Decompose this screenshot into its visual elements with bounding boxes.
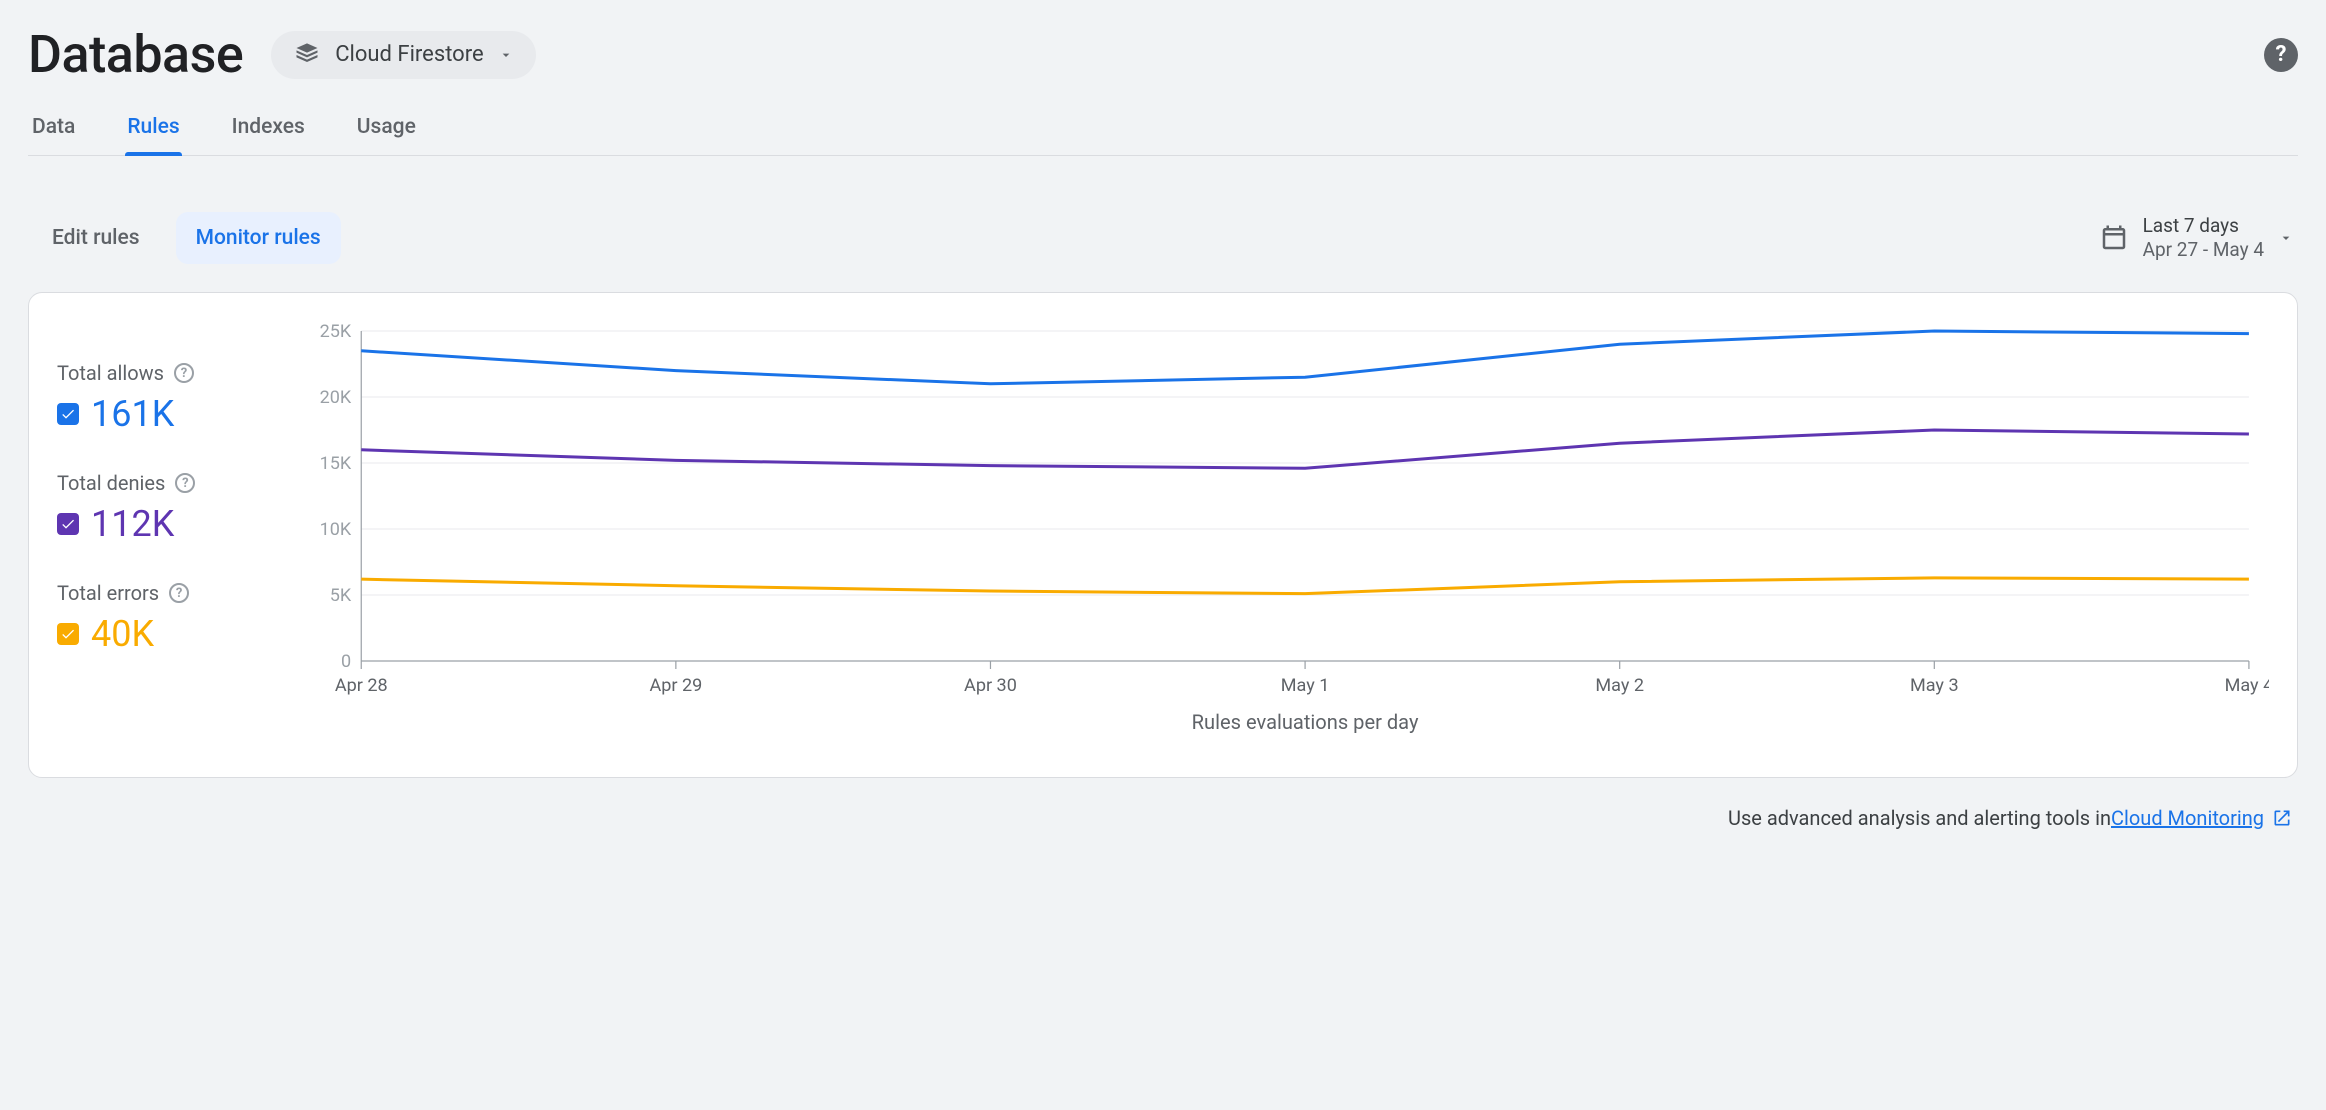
external-link-icon: [2272, 808, 2292, 828]
help-icon[interactable]: ?: [169, 583, 189, 603]
tab-indexes[interactable]: Indexes: [230, 105, 307, 155]
svg-text:0: 0: [341, 651, 351, 672]
page-header: Database Cloud Firestore ?: [28, 0, 2298, 105]
legend-denies-value: 112K: [91, 503, 174, 545]
svg-text:10K: 10K: [320, 519, 352, 540]
subtab-edit-rules[interactable]: Edit rules: [32, 212, 160, 264]
legend-allows-value: 161K: [91, 393, 174, 435]
cloud-monitoring-link[interactable]: Cloud Monitoring: [2111, 806, 2292, 830]
legend-errors-checkbox[interactable]: [57, 623, 79, 645]
date-range-dates: Apr 27 - May 4: [2143, 238, 2264, 262]
chart-legend: Total allows ? 161K Total denies ?: [57, 321, 277, 741]
svg-text:25K: 25K: [320, 321, 352, 342]
tab-rules[interactable]: Rules: [125, 105, 181, 155]
svg-text:May 2: May 2: [1595, 675, 1644, 696]
calendar-icon: [2099, 223, 2129, 253]
date-range-label: Last 7 days: [2143, 214, 2264, 238]
svg-text:Rules evaluations per day: Rules evaluations per day: [1192, 710, 1419, 734]
rules-subtabs: Edit rules Monitor rules: [32, 212, 341, 264]
legend-errors-value: 40K: [91, 613, 154, 655]
date-range-picker[interactable]: Last 7 days Apr 27 - May 4: [2099, 214, 2294, 262]
cloud-monitoring-footer: Use advanced analysis and alerting tools…: [28, 778, 2298, 830]
rules-metrics-card: Total allows ? 161K Total denies ?: [28, 292, 2298, 778]
svg-text:Apr 28: Apr 28: [335, 675, 388, 696]
legend-denies-checkbox[interactable]: [57, 513, 79, 535]
legend-allows-title: Total allows: [57, 361, 164, 385]
svg-text:20K: 20K: [320, 387, 352, 408]
page-title: Database: [28, 24, 243, 85]
svg-text:Apr 30: Apr 30: [964, 675, 1017, 696]
svg-text:May 3: May 3: [1910, 675, 1959, 696]
legend-item-errors: Total errors ? 40K: [57, 581, 277, 655]
help-icon[interactable]: ?: [174, 363, 194, 383]
chevron-down-icon: [2278, 230, 2294, 246]
rules-subheader: Edit rules Monitor rules Last 7 days Apr…: [28, 156, 2298, 292]
chevron-down-icon: [498, 47, 514, 63]
svg-text:May 4: May 4: [2225, 675, 2269, 696]
legend-allows-checkbox[interactable]: [57, 403, 79, 425]
firestore-icon: [293, 41, 321, 69]
svg-text:May 1: May 1: [1281, 675, 1330, 696]
footer-prefix: Use advanced analysis and alerting tools…: [1728, 806, 2111, 830]
legend-item-allows: Total allows ? 161K: [57, 361, 277, 435]
svg-text:15K: 15K: [320, 453, 352, 474]
database-selector-label: Cloud Firestore: [335, 42, 483, 67]
database-selector-dropdown[interactable]: Cloud Firestore: [271, 31, 535, 79]
legend-denies-title: Total denies: [57, 471, 165, 495]
legend-item-denies: Total denies ? 112K: [57, 471, 277, 545]
help-icon[interactable]: ?: [2264, 38, 2298, 72]
legend-errors-title: Total errors: [57, 581, 159, 605]
rules-chart: 0 5K 10K 15K 20K 25K Apr 28 Apr 29 Apr 30 May 1 Ma…: [301, 321, 2269, 741]
tab-usage[interactable]: Usage: [355, 105, 418, 155]
svg-text:5K: 5K: [330, 585, 352, 606]
svg-text:Apr 29: Apr 29: [649, 675, 702, 696]
main-tabs: Data Rules Indexes Usage: [28, 105, 2298, 156]
help-icon[interactable]: ?: [175, 473, 195, 493]
tab-data[interactable]: Data: [30, 105, 77, 155]
cloud-monitoring-link-label: Cloud Monitoring: [2111, 806, 2264, 830]
subtab-monitor-rules[interactable]: Monitor rules: [176, 212, 341, 264]
